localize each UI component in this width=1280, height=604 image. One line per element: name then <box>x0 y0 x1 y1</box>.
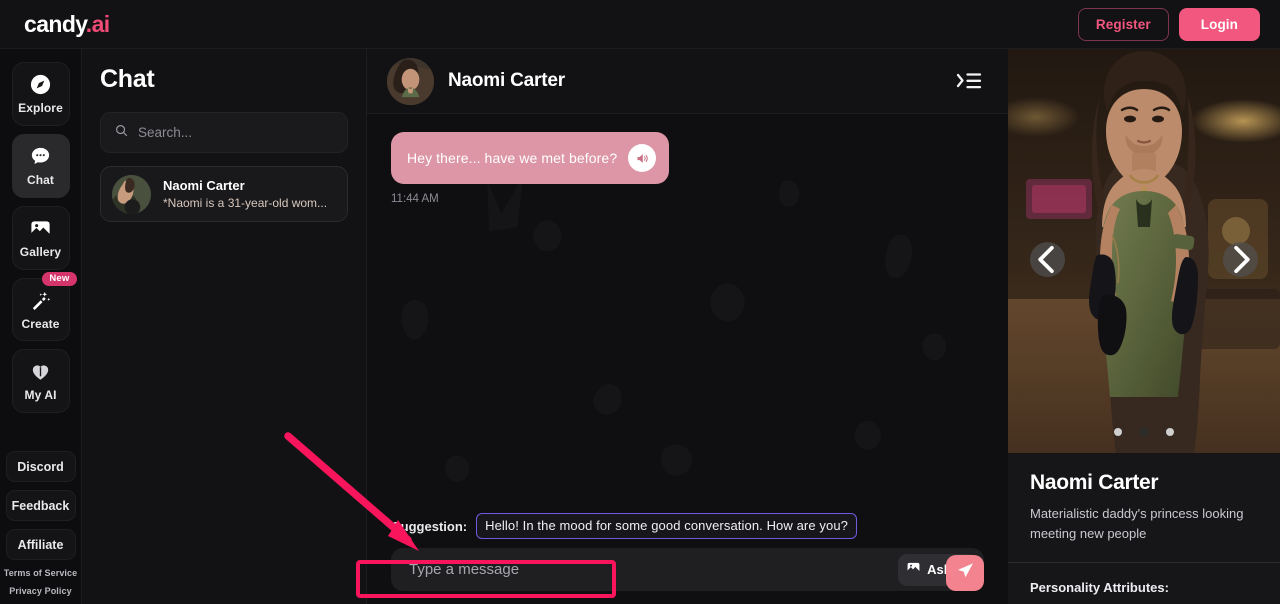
profile-name: Naomi Carter <box>1030 471 1159 494</box>
chat-pane: Naomi Carter Hey there... have we met be… <box>367 49 1008 604</box>
assistant-message-bubble: Hey there... have we met before? <box>391 132 670 184</box>
search-box[interactable] <box>100 112 348 153</box>
message-row: Hey there... have we met before? <box>391 132 984 184</box>
nav-item-my-ai[interactable]: My AI <box>11 349 70 414</box>
image-icon <box>906 560 921 580</box>
rail-footer: Terms of Service Privacy Policy <box>4 568 77 604</box>
conversation-item-naomi-carter[interactable]: Naomi Carter *Naomi is a 31-year-old wom… <box>100 166 348 222</box>
avatar <box>112 174 151 214</box>
message-input[interactable] <box>409 561 889 578</box>
nav-label-my-ai: My AI <box>24 388 57 403</box>
suggestion-chip[interactable]: Hello! In the mood for some good convers… <box>476 513 857 539</box>
panel-title-chat: Chat <box>100 65 155 93</box>
chat-header: Naomi Carter <box>367 49 1008 114</box>
collapse-panel-icon[interactable] <box>954 66 984 96</box>
magic-wand-icon <box>29 289 52 312</box>
conversation-list-panel: Chat Naomi Cart <box>82 49 367 604</box>
conversation-text: Naomi Carter *Naomi is a 31-year-old wom… <box>163 178 327 210</box>
login-button[interactable]: Login <box>1178 7 1260 41</box>
nav-label-explore: Explore <box>18 100 63 115</box>
nav-link-discord[interactable]: Discord <box>5 451 76 483</box>
carousel-dots <box>1008 428 1280 436</box>
conversation-name: Naomi Carter <box>163 178 245 193</box>
logo-main-text: candy <box>24 10 86 37</box>
terms-of-service-link[interactable]: Terms of Service <box>4 568 77 578</box>
heart-icon <box>29 360 52 383</box>
candy-ai-app: candy.ai Register Login Explore Chat Gal… <box>0 0 1280 604</box>
message-timestamp: 11:44 AM <box>391 193 439 205</box>
send-icon <box>956 561 975 585</box>
suggestion-row: Suggestion: Hello! In the mood for some … <box>391 513 984 539</box>
message-list: Hey there... have we met before? 11:44 A… <box>367 114 1008 513</box>
nav-item-explore[interactable]: Explore <box>11 62 70 126</box>
nav-item-chat[interactable]: Chat <box>11 133 70 198</box>
nav-label-gallery: Gallery <box>19 244 62 259</box>
message-text: Hey there... have we met before? <box>407 150 618 166</box>
message-input-bar[interactable]: Ask <box>391 548 984 591</box>
image-icon <box>29 217 52 240</box>
carousel-dot-2[interactable] <box>1140 428 1148 436</box>
chat-bubble-icon <box>29 145 52 168</box>
conversation-snippet: *Naomi is a 31-year-old wom... <box>163 196 328 210</box>
carousel-dot-3[interactable] <box>1166 428 1174 436</box>
carousel-prev-button[interactable] <box>1030 242 1065 277</box>
left-nav-rail: Explore Chat Gallery New Create My AI Di… <box>0 49 82 604</box>
speaker-icon[interactable] <box>628 144 657 172</box>
nav-label-chat: Chat <box>26 172 55 187</box>
logo-suffix-text: .ai <box>85 10 110 37</box>
privacy-policy-link[interactable]: Privacy Policy <box>9 586 71 596</box>
character-profile-panel: Naomi Carter Materialistic daddy's princ… <box>1008 49 1280 604</box>
profile-info: Naomi Carter Materialistic daddy's princ… <box>1008 453 1280 543</box>
nav-item-gallery[interactable]: Gallery <box>11 205 70 270</box>
search-input[interactable] <box>138 125 334 140</box>
carousel-dot-1[interactable] <box>1114 428 1122 436</box>
nav-label-create: Create <box>21 316 60 331</box>
chat-header-avatar[interactable] <box>387 57 434 105</box>
top-bar-actions: Register Login <box>1077 7 1260 41</box>
nav-item-create[interactable]: New Create <box>11 271 77 342</box>
character-image-carousel <box>1008 49 1280 453</box>
nav-link-feedback[interactable]: Feedback <box>5 490 76 522</box>
app-logo[interactable]: candy.ai <box>24 11 110 38</box>
carousel-next-button[interactable] <box>1223 242 1258 277</box>
new-badge: New <box>42 271 77 287</box>
compass-icon <box>29 73 52 96</box>
search-icon <box>114 123 129 143</box>
body-row: Explore Chat Gallery New Create My AI Di… <box>0 49 1280 604</box>
suggestion-label: Suggestion: <box>392 518 468 534</box>
register-button[interactable]: Register <box>1077 7 1169 41</box>
chat-header-name: Naomi Carter <box>448 70 565 91</box>
send-button[interactable] <box>946 555 984 591</box>
profile-description: Materialistic daddy's princess looking m… <box>1030 506 1244 541</box>
composer: Suggestion: Hello! In the mood for some … <box>367 513 1008 604</box>
top-bar: candy.ai Register Login <box>0 0 1280 49</box>
personality-attributes-heading: Personality Attributes: <box>1030 580 1169 595</box>
nav-link-affiliate[interactable]: Affiliate <box>5 529 76 561</box>
